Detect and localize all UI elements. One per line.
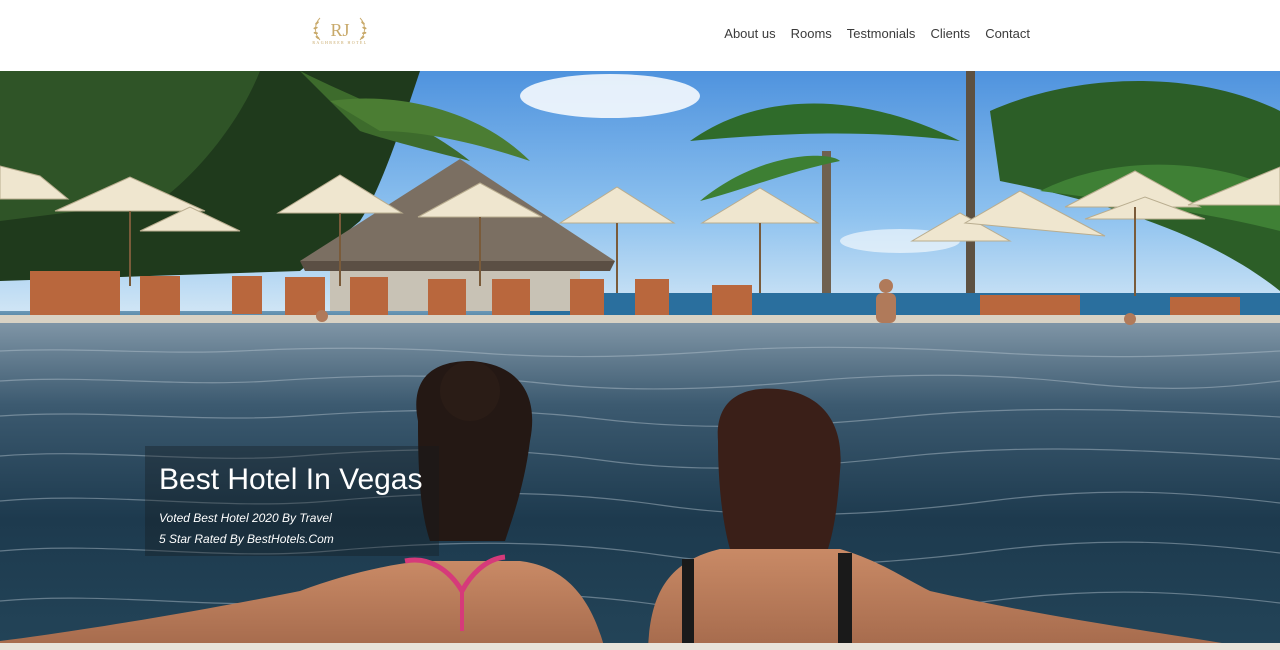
logo-name: RAGHBEER HOTEL xyxy=(312,40,368,45)
logo-monogram: RJ xyxy=(330,20,349,40)
site-header: RJ RAGHBEER HOTEL About us Rooms Testmon… xyxy=(0,0,1280,71)
hotel-logo[interactable]: RJ RAGHBEER HOTEL xyxy=(308,14,372,56)
nav-rooms[interactable]: Rooms xyxy=(791,25,832,43)
hero-image xyxy=(0,71,1280,650)
nav-clients[interactable]: Clients xyxy=(930,25,970,43)
hero-banner: Best Hotel In Vegas Voted Best Hotel 202… xyxy=(0,71,1280,650)
nav-about-us[interactable]: About us xyxy=(724,25,775,43)
laurel-monogram-icon: RJ xyxy=(313,17,367,41)
hero-subtitle-award: Voted Best Hotel 2020 By Travel xyxy=(159,511,332,525)
hero-subtitle-rating: 5 Star Rated By BestHotels.Com xyxy=(159,532,334,546)
hero-caption: Best Hotel In Vegas Voted Best Hotel 202… xyxy=(145,446,439,556)
nav-contact[interactable]: Contact xyxy=(985,25,1030,43)
main-nav: About us Rooms Testmonials Clients Conta… xyxy=(724,25,1030,43)
hero-title: Best Hotel In Vegas xyxy=(159,463,423,496)
nav-testimonials[interactable]: Testmonials xyxy=(847,25,916,43)
